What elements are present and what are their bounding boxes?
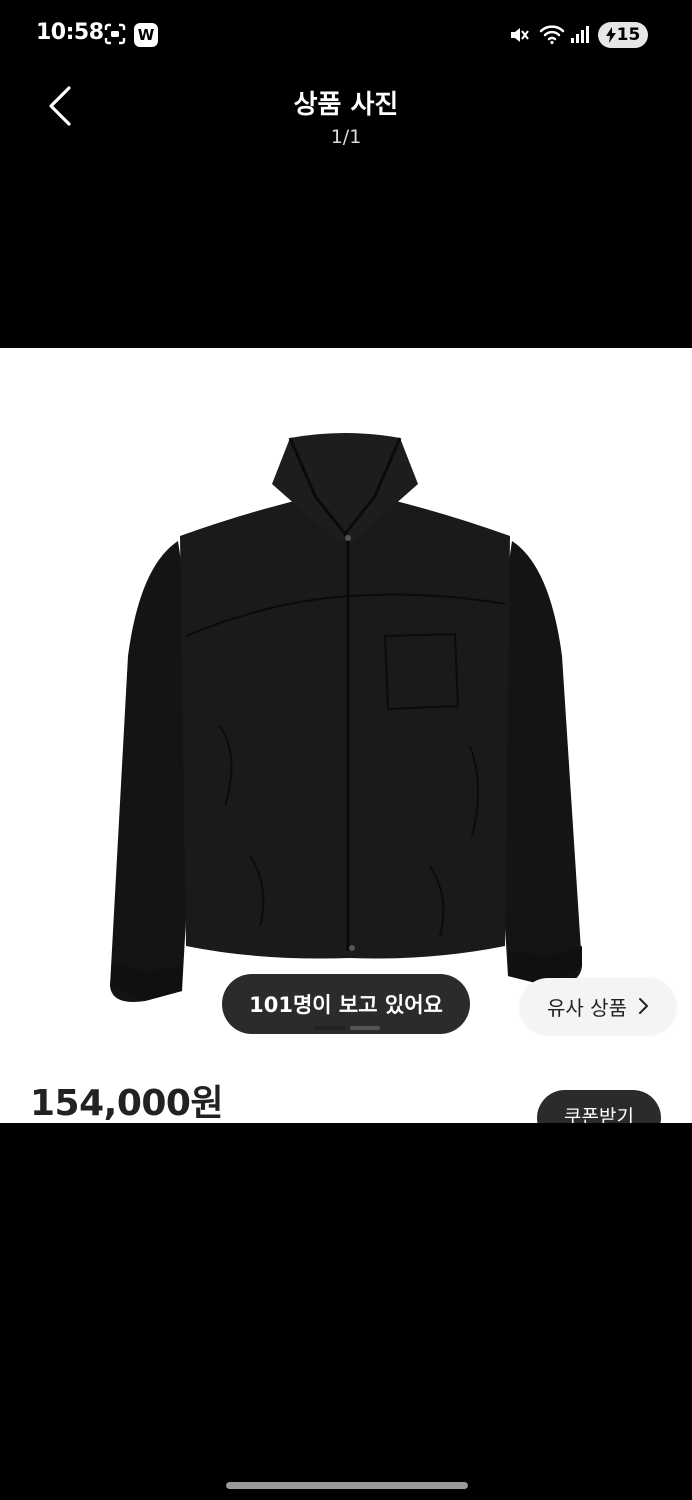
wifi-icon xyxy=(539,25,565,45)
jacket-image xyxy=(110,433,582,1002)
battery-level: 15 xyxy=(616,25,641,45)
product-price: 154,000원 xyxy=(30,1083,224,1123)
status-time: 10:58 xyxy=(36,20,104,45)
mute-icon xyxy=(511,28,529,42)
battery-charging-icon xyxy=(605,27,616,43)
home-indicator[interactable] xyxy=(226,1482,468,1489)
chevron-right-icon xyxy=(638,998,648,1014)
scan-icon xyxy=(104,23,126,45)
signal-icon xyxy=(571,26,589,43)
page-indicator-rest xyxy=(350,1026,380,1030)
coupon-button[interactable]: 쿠폰받기 xyxy=(537,1090,661,1123)
app-badge: W xyxy=(134,23,158,47)
page-title: 상품 사진 xyxy=(293,90,399,120)
similar-products-label: 유사 상품 xyxy=(547,995,627,1020)
battery-indicator: 15 xyxy=(598,22,648,48)
product-photo[interactable]: 101명이 보고 있어요 유사 상품 154,000원 쿠폰받기 xyxy=(0,348,692,1123)
viewers-badge: 101명이 보고 있어요 xyxy=(222,974,470,1034)
header: 상품 사진 1/1 xyxy=(0,70,692,160)
page-indicator-current xyxy=(314,1026,346,1030)
similar-products-button[interactable]: 유사 상품 xyxy=(520,978,676,1034)
photo-counter: 1/1 xyxy=(330,126,362,148)
status-bar: 10:58 W 15 xyxy=(0,0,692,70)
